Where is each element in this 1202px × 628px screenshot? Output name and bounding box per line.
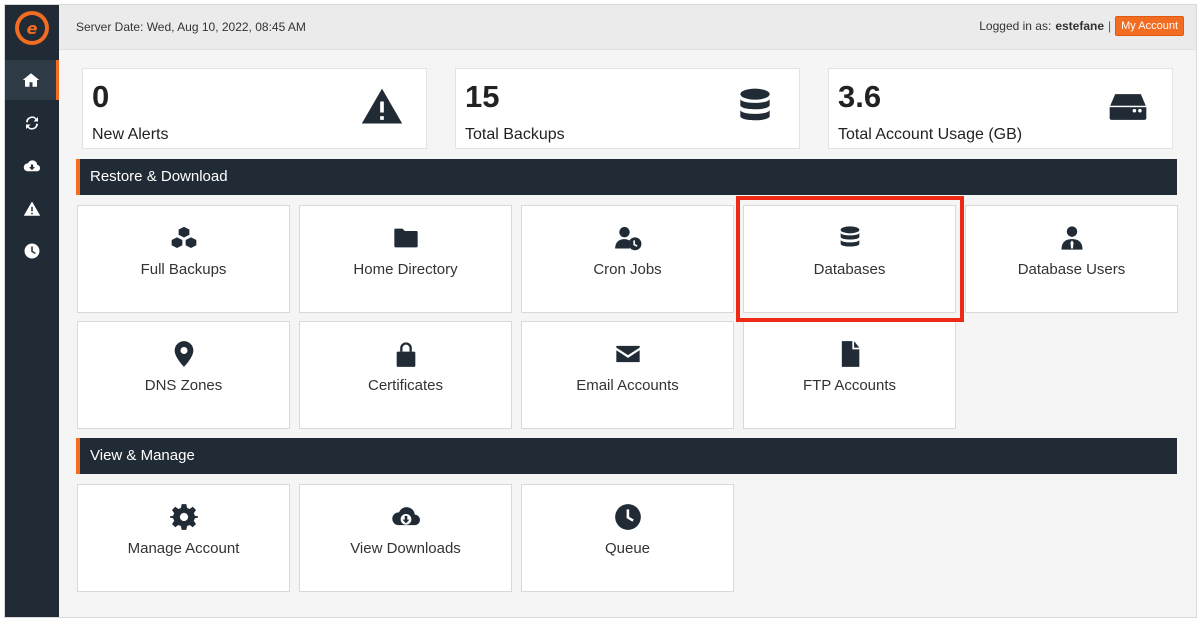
warning-icon xyxy=(361,88,403,124)
user-tie-icon xyxy=(1061,226,1082,250)
cloud-download-icon xyxy=(391,507,420,526)
lock-icon xyxy=(396,342,415,367)
app-frame: e Server Date: Wed, Aug 10, 2022, 08:45 … xyxy=(4,4,1197,618)
tile-home-directory[interactable]: Home Directory xyxy=(299,205,512,313)
home-icon xyxy=(22,73,39,87)
stat-card-usage[interactable]: 3.6 Total Account Usage (GB) xyxy=(828,68,1173,149)
hard-drive-icon xyxy=(1109,94,1147,120)
tile-label: Cron Jobs xyxy=(593,261,662,278)
tile-label: View Downloads xyxy=(350,540,461,557)
logo-letter: e xyxy=(26,18,38,38)
tile-full-backups[interactable]: Full Backups xyxy=(77,205,290,313)
tile-database-users[interactable]: Database Users xyxy=(965,205,1178,313)
envelope-icon xyxy=(615,345,640,363)
tile-label: DNS Zones xyxy=(144,377,223,394)
tile-cron-jobs[interactable]: Cron Jobs xyxy=(521,205,734,313)
tile-label: Full Backups xyxy=(140,261,227,278)
clock-icon xyxy=(24,243,40,259)
stat-value: 0 xyxy=(92,79,110,114)
clock-icon xyxy=(614,504,641,530)
sidebar-item-downloads[interactable] xyxy=(5,146,59,186)
database-icon xyxy=(740,88,770,121)
stat-label: New Alerts xyxy=(92,126,169,143)
tile-label: Queue xyxy=(604,540,651,557)
logged-in-label: Logged in as: xyxy=(979,19,1052,33)
warning-icon xyxy=(23,201,41,216)
tile-manage-account[interactable]: Manage Account xyxy=(77,484,290,592)
cloud-download-icon xyxy=(23,160,40,172)
section-header-manage: View & Manage xyxy=(76,438,1177,474)
username: estefane xyxy=(1055,19,1105,33)
stat-label: Total Backups xyxy=(465,126,565,143)
tile-label: Email Accounts xyxy=(576,377,679,394)
stat-card-alerts[interactable]: 0 New Alerts xyxy=(82,68,427,149)
login-info: Logged in as: estefane | My Account xyxy=(979,16,1184,36)
sidebar-item-queue[interactable] xyxy=(5,231,59,271)
user-clock-icon xyxy=(614,226,641,251)
tile-label: Manage Account xyxy=(127,540,240,557)
tile-email-accounts[interactable]: Email Accounts xyxy=(521,321,734,429)
refresh-icon xyxy=(26,116,38,130)
top-bar: Server Date: Wed, Aug 10, 2022, 08:45 AM… xyxy=(59,5,1196,50)
tile-queue[interactable]: Queue xyxy=(521,484,734,592)
sidebar: e xyxy=(5,5,59,617)
tile-view-downloads[interactable]: View Downloads xyxy=(299,484,512,592)
cubes-icon xyxy=(170,225,197,250)
tile-label: FTP Accounts xyxy=(802,377,897,394)
sidebar-item-alerts[interactable] xyxy=(5,189,59,229)
section-header-restore: Restore & Download xyxy=(76,159,1177,195)
cog-icon xyxy=(169,504,198,530)
tile-dns-zones[interactable]: DNS Zones xyxy=(77,321,290,429)
tile-label: Home Directory xyxy=(353,261,458,278)
tile-certificates[interactable]: Certificates xyxy=(299,321,512,429)
file-icon xyxy=(841,341,859,367)
logo[interactable]: e xyxy=(15,11,49,45)
tile-label: Database Users xyxy=(1017,261,1126,278)
sidebar-item-backups[interactable] xyxy=(5,103,59,143)
stat-value: 15 xyxy=(465,79,500,114)
separator: | xyxy=(1108,19,1112,33)
tile-ftp-accounts[interactable]: FTP Accounts xyxy=(743,321,956,429)
tile-label: Certificates xyxy=(367,377,444,394)
stat-value: 3.6 xyxy=(838,79,882,114)
sidebar-item-home[interactable] xyxy=(5,60,59,100)
map-marker-icon xyxy=(174,341,193,367)
stat-card-backups[interactable]: 15 Total Backups xyxy=(455,68,800,149)
my-account-button[interactable]: My Account xyxy=(1115,16,1184,36)
stat-label: Total Account Usage (GB) xyxy=(838,126,1023,143)
databases-highlight-box xyxy=(736,196,964,322)
folder-icon xyxy=(393,228,418,248)
server-date: Server Date: Wed, Aug 10, 2022, 08:45 AM xyxy=(76,20,306,34)
